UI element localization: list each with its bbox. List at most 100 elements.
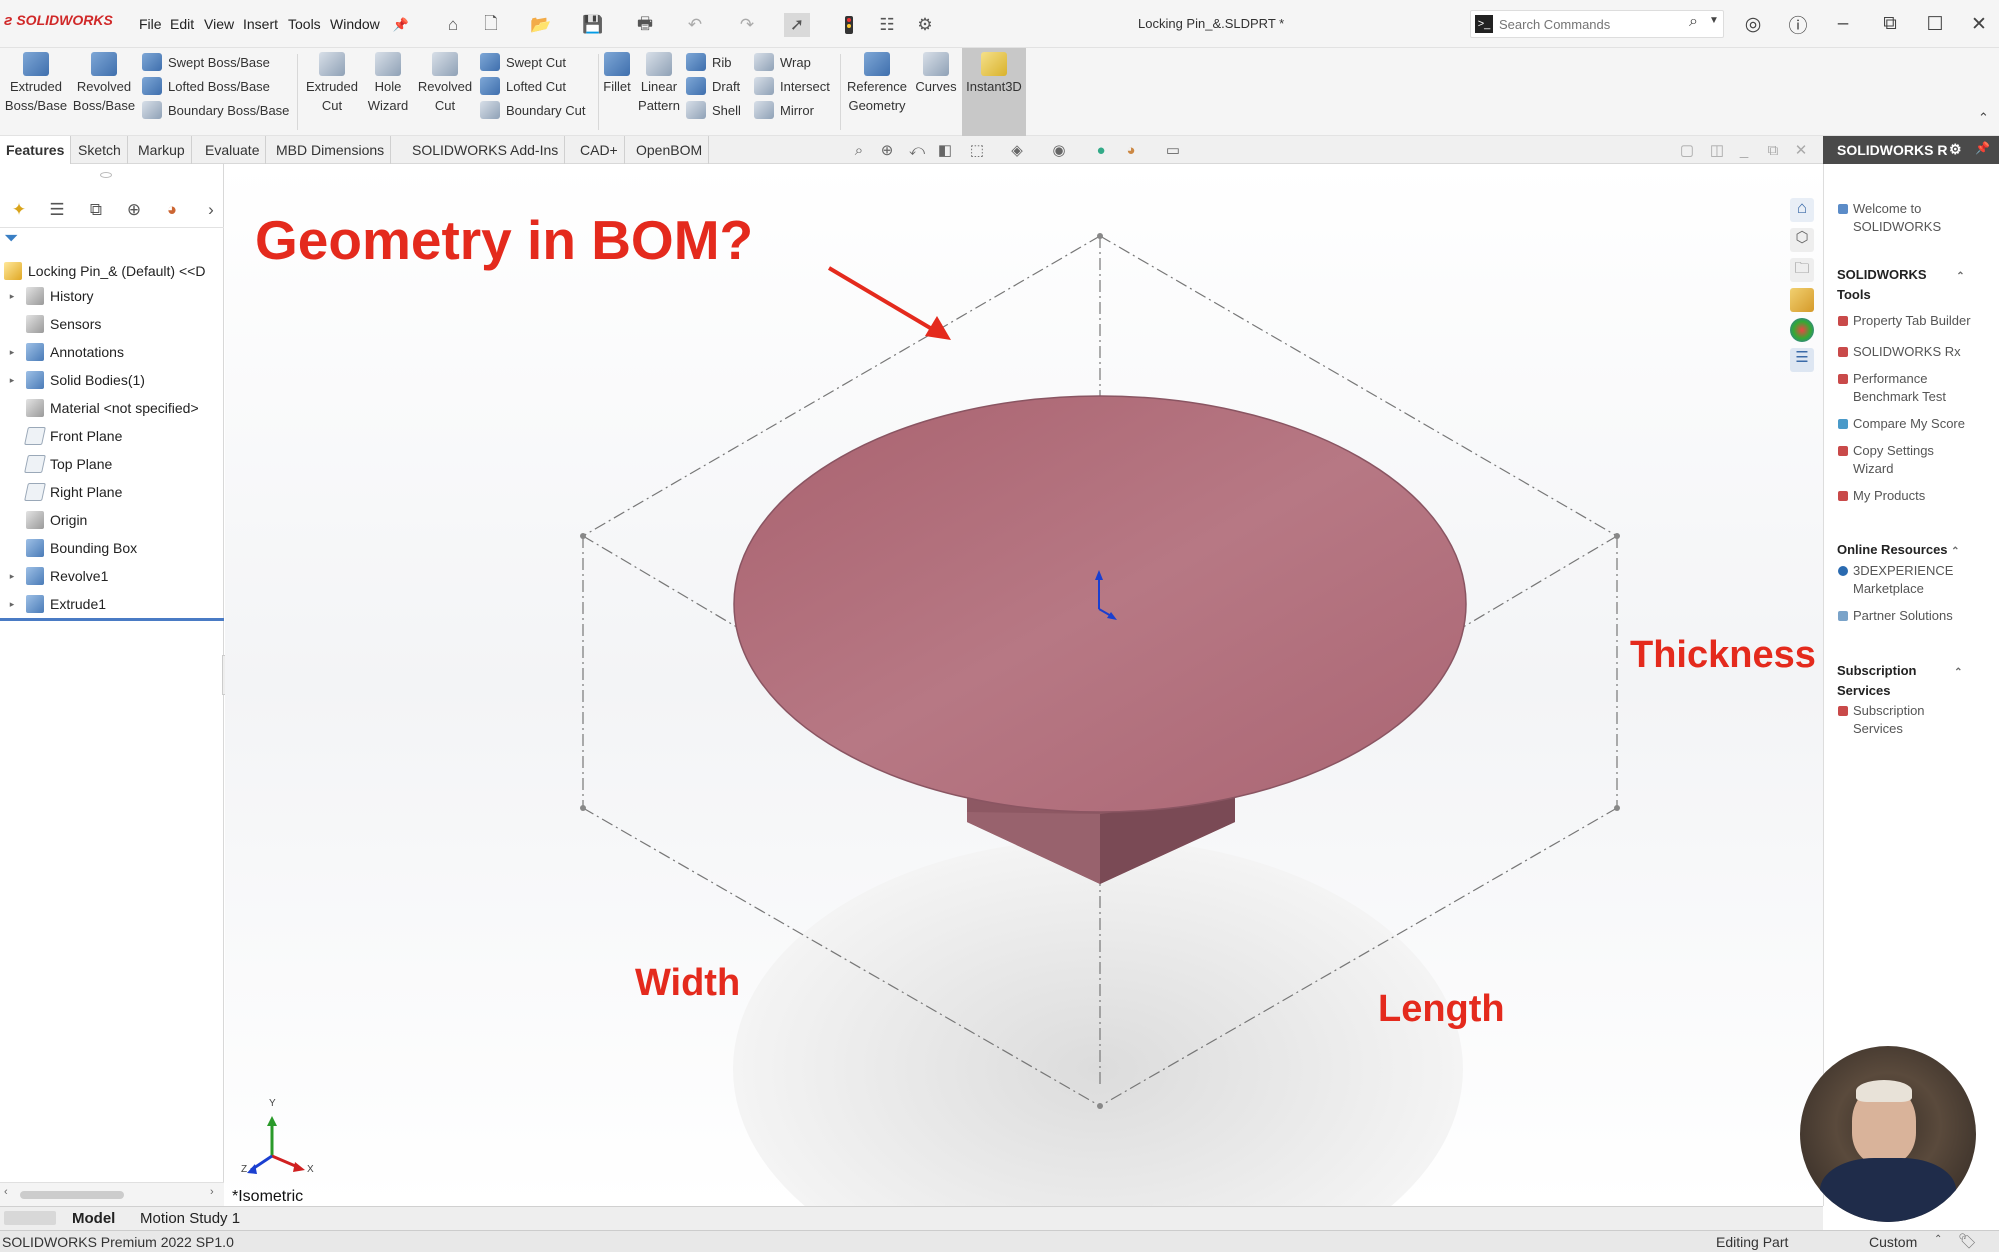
welcome-link[interactable]: Welcome to SOLIDWORKS (1838, 200, 1984, 236)
tree-item-history[interactable]: ▸ History (0, 282, 224, 310)
revolved-boss-button[interactable]: Revolved Boss/Base (72, 52, 136, 115)
design-library-icon[interactable]: ⬡ (1790, 228, 1814, 252)
appearances-icon[interactable] (1790, 318, 1814, 342)
collapse-caret-icon[interactable]: ⌃ (1954, 667, 1962, 678)
solidworks-tools-header[interactable]: SOLIDWORKS ⌃ Tools (1837, 266, 1977, 304)
link-subscription-services[interactable]: Subscription Services (1838, 702, 1984, 738)
expand-arrow-icon[interactable]: ▸ (6, 375, 18, 386)
home-icon[interactable]: ⌂ (440, 13, 466, 37)
tab-sketch[interactable]: Sketch (72, 136, 128, 164)
home-icon[interactable]: ⌂ (1790, 198, 1814, 222)
redo-icon[interactable]: ↷ (734, 13, 760, 37)
expand-arrow-icon[interactable]: ▸ (6, 291, 18, 302)
units-dropdown-icon[interactable]: ⌃ (1934, 1234, 1942, 1245)
tab-model[interactable]: Model (72, 1210, 115, 1227)
tree-scrollbar[interactable]: ‹ › (0, 1182, 224, 1206)
tree-item-bounding-box[interactable]: Bounding Box (0, 534, 224, 562)
scroll-left-icon[interactable]: ‹ (4, 1186, 8, 1198)
view-palette-icon[interactable] (1790, 288, 1814, 312)
minimize-icon[interactable]: – (1830, 12, 1856, 36)
configuration-manager-tab-icon[interactable]: ⧉ (83, 198, 109, 222)
tab-openbom[interactable]: OpenBOM (630, 136, 710, 164)
close-icon[interactable]: ✕ (1966, 12, 1992, 36)
viewport-minimize-icon[interactable]: _ (1733, 140, 1755, 160)
link-partner-solutions[interactable]: Partner Solutions (1838, 607, 1984, 625)
subscription-services-header[interactable]: Subscription ⌃ Services (1837, 662, 1977, 700)
zoom-to-fit-icon[interactable]: ⌕ (848, 140, 870, 160)
gear-icon[interactable]: ⚙ (1949, 141, 1962, 158)
tab-features[interactable]: Features (0, 136, 72, 164)
menu-window[interactable]: Window (330, 16, 380, 32)
restore-icon[interactable]: ⧉ (1877, 12, 1903, 36)
tree-root-part[interactable]: Locking Pin_& (Default) <<D (0, 260, 205, 282)
viewport-restore-icon[interactable]: ⧉ (1762, 140, 1784, 160)
expand-arrow-icon[interactable]: ▸ (6, 571, 18, 582)
tree-item-front-plane[interactable]: Front Plane (0, 422, 224, 450)
curves-button[interactable]: Curves (912, 52, 960, 96)
hide-show-icon[interactable]: ◉ (1048, 140, 1070, 160)
tile-view-icon[interactable]: ▢ (1676, 140, 1698, 160)
collapse-ribbon-icon[interactable]: ⌃ (1978, 110, 1989, 126)
open-icon[interactable]: 📂 (528, 13, 554, 37)
rebuild-icon[interactable] (836, 13, 862, 37)
swept-cut-button[interactable]: Swept Cut (480, 50, 586, 74)
tab-cad-plus[interactable]: CAD+ (574, 136, 625, 164)
viewport-close-icon[interactable]: ✕ (1790, 140, 1812, 160)
draft-button[interactable]: Draft (686, 74, 741, 98)
hole-wizard-button[interactable]: Hole Wizard (362, 52, 414, 115)
feature-manager-tab-icon[interactable]: ✦ (6, 198, 32, 222)
notification-icon[interactable]: 🏷 (1958, 1232, 1977, 1250)
tool-copy-settings-wizard[interactable]: Copy Settings Wizard (1838, 442, 1984, 478)
collapse-caret-icon[interactable]: ⌃ (1956, 271, 1964, 282)
tree-item-sensors[interactable]: Sensors (0, 310, 224, 338)
menu-insert[interactable]: Insert (243, 16, 278, 32)
expand-arrow-icon[interactable]: ▸ (6, 599, 18, 610)
tool-property-tab-builder[interactable]: Property Tab Builder (1838, 312, 1984, 330)
tree-item-revolve1[interactable]: ▸ Revolve1 (0, 562, 224, 590)
boundary-boss-button[interactable]: Boundary Boss/Base (142, 98, 289, 122)
intersect-button[interactable]: Intersect (754, 74, 830, 98)
view-orientation-icon[interactable]: ⬚ (966, 140, 988, 160)
tree-item-right-plane[interactable]: Right Plane (0, 478, 224, 506)
save-icon[interactable]: 💾 (580, 13, 606, 37)
tree-item-extrude1[interactable]: ▸ Extrude1 (0, 590, 224, 618)
tree-item-top-plane[interactable]: Top Plane (0, 450, 224, 478)
scroll-thumb[interactable] (20, 1191, 124, 1199)
reference-geometry-button[interactable]: Reference Geometry (842, 52, 912, 115)
undo-icon[interactable]: ↶ (682, 13, 708, 37)
tab-motion-study-1[interactable]: Motion Study 1 (140, 1210, 240, 1227)
help-icon[interactable]: ⓘ (1785, 12, 1811, 37)
property-manager-tab-icon[interactable]: ☰ (44, 198, 70, 222)
appearance-icon[interactable]: ● (1090, 140, 1112, 160)
user-account-icon[interactable]: ◎ (1740, 12, 1766, 36)
wrap-button[interactable]: Wrap (754, 50, 830, 74)
select-icon[interactable]: ➚ (784, 13, 810, 37)
chevron-down-icon[interactable]: ▼ (1709, 15, 1719, 26)
tree-item-annotations[interactable]: ▸ Annotations (0, 338, 224, 366)
menu-view[interactable]: View (204, 16, 234, 32)
online-resources-header[interactable]: Online Resources ⌃ (1837, 541, 1977, 561)
search-icon[interactable]: ⌕ (1689, 13, 1698, 31)
zoom-area-icon[interactable]: ⊕ (876, 140, 898, 160)
swept-boss-button[interactable]: Swept Boss/Base (142, 50, 289, 74)
linear-pattern-button[interactable]: Linear Pattern (634, 52, 684, 115)
lofted-cut-button[interactable]: Lofted Cut (480, 74, 586, 98)
tab-scroll-arrows[interactable] (4, 1211, 56, 1225)
rib-button[interactable]: Rib (686, 50, 741, 74)
options-gear-icon[interactable]: ⚙ (912, 13, 938, 37)
search-input[interactable] (1499, 14, 1679, 34)
solidworks-logo[interactable]: ƨ SOLIDWORKS (4, 12, 113, 29)
file-properties-icon[interactable]: ☷ (874, 13, 900, 37)
instant3d-button[interactable]: Instant3D (962, 48, 1026, 136)
tab-mbd-dimensions[interactable]: MBD Dimensions (270, 136, 392, 164)
menu-edit[interactable]: Edit (170, 16, 194, 32)
boundary-cut-button[interactable]: Boundary Cut (480, 98, 586, 122)
filter-icon[interactable]: ⏷ (4, 228, 18, 249)
tool-my-products[interactable]: My Products (1838, 487, 1984, 505)
menu-file[interactable]: File (139, 16, 162, 32)
display-manager-tab-icon[interactable]: ◕ (159, 198, 185, 222)
dimxpert-tab-icon[interactable]: ⊕ (121, 198, 147, 222)
print-icon[interactable]: 🖶 (632, 13, 658, 37)
display-style-icon[interactable]: ◈ (1006, 140, 1028, 160)
file-explorer-icon[interactable]: 🗀 (1790, 258, 1814, 282)
